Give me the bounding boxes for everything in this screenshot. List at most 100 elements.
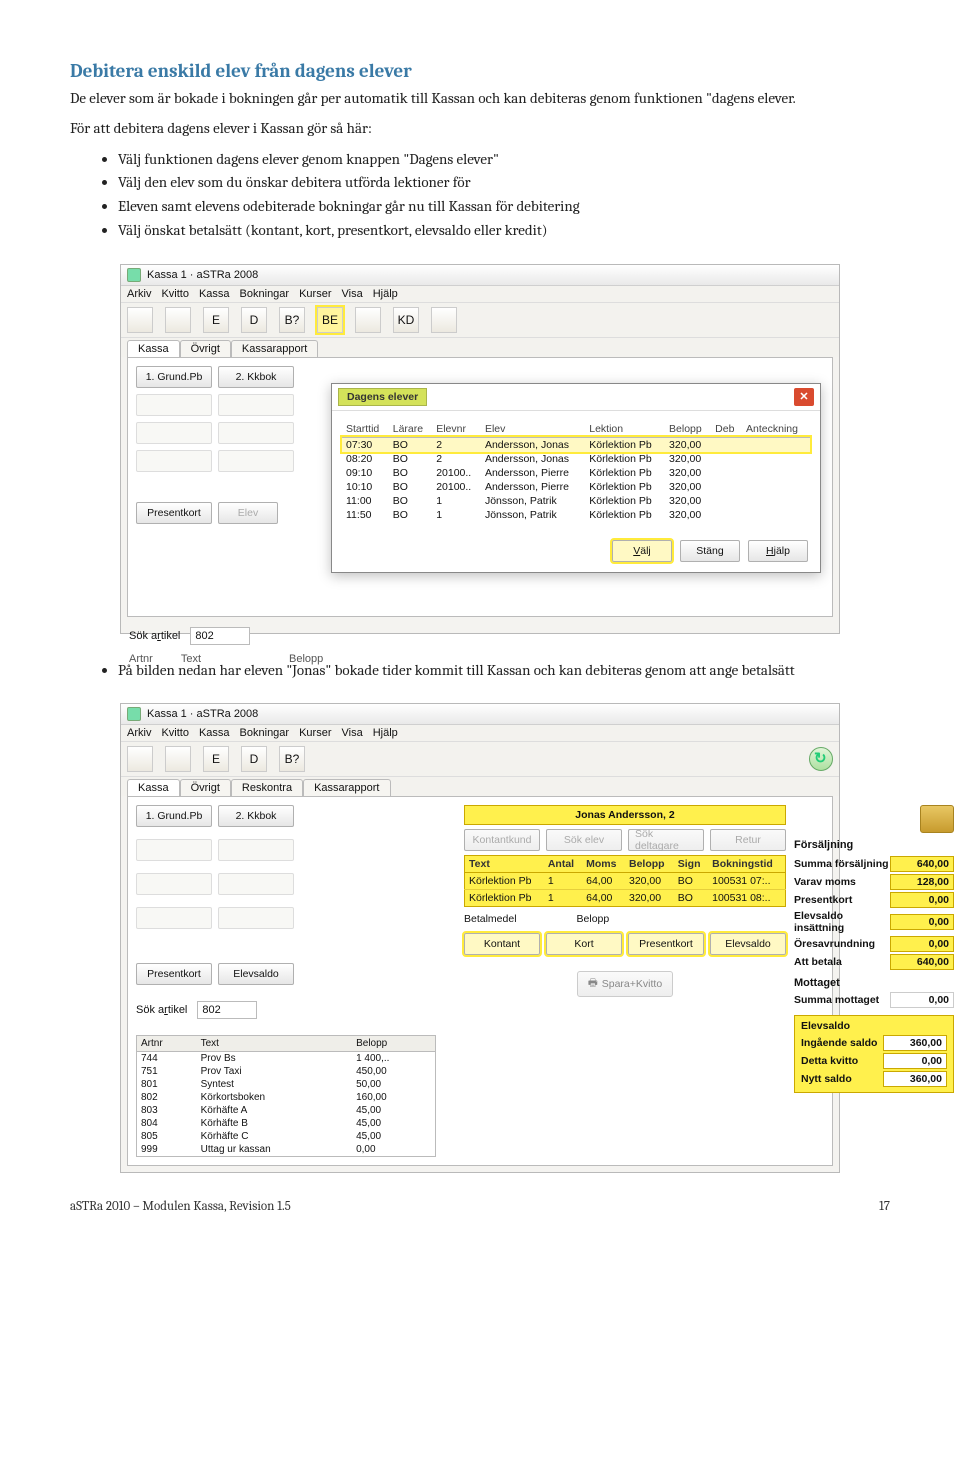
close-icon[interactable]: ✕ <box>794 388 814 406</box>
table-row[interactable]: 07:30BO2Andersson, JonasKörlektion Pb320… <box>342 437 810 452</box>
sok-artikel-label: Sök artikel <box>136 1004 187 1016</box>
tab[interactable]: Övrigt <box>180 340 231 357</box>
presentkort-button[interactable]: Presentkort <box>136 502 212 524</box>
column-header: Artnr <box>137 1036 197 1052</box>
menu-item[interactable]: Arkiv <box>127 288 151 300</box>
page-footer: aSTRa 2010 – Modulen Kassa, Revision 1.5… <box>70 1199 890 1214</box>
quick-button[interactable]: 1. Grund.Pb <box>136 805 212 827</box>
menu-item[interactable]: Kurser <box>299 727 331 739</box>
table-row[interactable]: 09:10BO20100..Andersson, PierreKörlektio… <box>342 466 810 480</box>
payment-buttons: Kontant Kort Presentkort Elevsaldo <box>464 933 786 955</box>
quick-button[interactable]: 2. Kkbok <box>218 366 294 388</box>
intro-paragraph: De elever som är bokade i bokningen går … <box>70 88 890 108</box>
receipt-line[interactable]: Körlektion Pb164,00320,00BO100531 08:.. <box>465 890 786 907</box>
screenshot-dagens-elever: Kassa 1 · aSTRa 2008 ArkivKvittoKassaBok… <box>120 264 840 634</box>
menu-item[interactable]: Hjälp <box>373 288 398 300</box>
article-row[interactable]: 805Körhäfte C45,00 <box>137 1130 436 1143</box>
menu-bar[interactable]: Arkiv Kvitto Kassa Bokningar Kurser Visa Hjälp <box>121 725 839 742</box>
toolbar-icon[interactable]: D <box>241 307 267 333</box>
bullet-item: Välj den elev som du önskar debitera utf… <box>118 172 890 194</box>
menu-item[interactable]: Bokningar <box>240 727 290 739</box>
tab[interactable]: Reskontra <box>231 779 303 796</box>
summary-row: Presentkort0,00 <box>794 891 954 909</box>
hjalp-button[interactable]: Hjälp <box>748 540 808 562</box>
sok-artikel-input[interactable]: 802 <box>197 1001 257 1019</box>
elev-button[interactable]: Elev <box>218 502 278 524</box>
stang-button[interactable]: Stäng <box>680 540 740 562</box>
menu-item[interactable]: Kvitto <box>161 288 189 300</box>
menu-item[interactable]: Kurser <box>299 288 331 300</box>
tab-strip[interactable]: KassaÖvrigtKassarapport <box>121 338 839 357</box>
valj-button[interactable]: Välj <box>612 540 672 562</box>
empty-slot <box>136 422 212 444</box>
article-row[interactable]: 804Körhäfte B45,00 <box>137 1117 436 1130</box>
toolbar: ED B? BE KD <box>121 303 839 338</box>
payment-button[interactable]: Elevsaldo <box>710 933 786 955</box>
toolbar-icon[interactable] <box>127 307 153 333</box>
left-column: 1. Grund.Pb 2. Kkbok Presentkort Elevsald… <box>136 805 456 1157</box>
article-row[interactable]: 999Uttag ur kassan0,00 <box>137 1143 436 1157</box>
menu-item[interactable]: Visa <box>342 727 363 739</box>
popup-title: Dagens elever <box>338 388 427 406</box>
toolbar-icon[interactable] <box>127 746 153 772</box>
tab[interactable]: Kassarapport <box>231 340 318 357</box>
tab-strip[interactable]: KassaÖvrigtReskontraKassarapport <box>121 777 839 796</box>
table-row[interactable]: 11:00BO1Jönsson, PatrikKörlektion Pb320,… <box>342 494 810 508</box>
toolbar-icon[interactable]: KD <box>393 307 419 333</box>
popup-grid[interactable]: StarttidLärareElevnrElevLektionBeloppDeb… <box>342 421 810 522</box>
column-heads: Artnr Text Belopp <box>121 649 839 669</box>
menu-item[interactable]: Hjälp <box>373 727 398 739</box>
table-row[interactable]: 08:20BO2Andersson, JonasKörlektion Pb320… <box>342 452 810 466</box>
section-title: Debitera enskild elev från dagens elever <box>70 60 890 82</box>
spara-kvitto-button[interactable]: 🖶 Spara+Kvitto <box>577 971 673 997</box>
tab[interactable]: Kassa <box>127 340 180 357</box>
presentkort-button[interactable]: Presentkort <box>136 963 212 985</box>
menu-item[interactable]: Arkiv <box>127 727 151 739</box>
table-row[interactable]: 10:10BO20100..Andersson, PierreKörlektio… <box>342 480 810 494</box>
tab[interactable]: Kassa <box>127 779 180 796</box>
elevsaldo-button[interactable]: Elevsaldo <box>218 963 294 985</box>
toolbar-icon[interactable] <box>165 746 191 772</box>
receipt-line[interactable]: Körlektion Pb164,00320,00BO100531 07:.. <box>465 873 786 890</box>
toolbar-icon[interactable]: E <box>203 746 229 772</box>
app-icon <box>127 268 141 282</box>
menu-bar[interactable]: Arkiv Kvitto Kassa Bokningar Kurser Visa Hjälp <box>121 286 839 303</box>
menu-item[interactable]: Kassa <box>199 727 230 739</box>
toolbar-icon[interactable]: BE <box>317 307 343 333</box>
article-row[interactable]: 744Prov Bs1 400,.. <box>137 1052 436 1066</box>
toolbar-icon[interactable]: B? <box>279 307 305 333</box>
menu-item[interactable]: Visa <box>342 288 363 300</box>
column-header: Lektion <box>585 421 665 438</box>
menu-item[interactable]: Bokningar <box>240 288 290 300</box>
toolbar-icon[interactable] <box>165 307 191 333</box>
toolbar-icon[interactable] <box>355 307 381 333</box>
app-icon <box>127 707 141 721</box>
toolbar: E D B? <box>121 742 839 777</box>
article-row[interactable]: 802Körkortsboken160,00 <box>137 1091 436 1104</box>
empty-slot <box>218 450 294 472</box>
toolbar-icon[interactable] <box>431 307 457 333</box>
menu-item[interactable]: Kvitto <box>161 727 189 739</box>
toolbar-icon[interactable]: B? <box>279 746 305 772</box>
footer-revision: aSTRa 2010 – Modulen Kassa, Revision 1.5 <box>70 1199 291 1214</box>
payment-button[interactable]: Kontant <box>464 933 540 955</box>
payment-button[interactable]: Presentkort <box>628 933 704 955</box>
tab[interactable]: Övrigt <box>180 779 231 796</box>
toolbar-icon[interactable]: E <box>203 307 229 333</box>
article-row[interactable]: 801Syntest50,00 <box>137 1078 436 1091</box>
table-row[interactable]: 11:50BO1Jönsson, PatrikKörlektion Pb320,… <box>342 508 810 522</box>
payment-button[interactable]: Kort <box>546 933 622 955</box>
toolbar-icon[interactable]: D <box>241 746 267 772</box>
sok-artikel-input[interactable]: 802 <box>190 627 250 645</box>
receipt-lines-table[interactable]: TextAntalMomsBeloppSignBokningstid Körle… <box>464 855 786 907</box>
article-row[interactable]: 803Körhäfte A45,00 <box>137 1104 436 1117</box>
bullet-item: Välj funktionen dagens elever genom knap… <box>118 149 890 171</box>
quick-button[interactable]: 2. Kkbok <box>218 805 294 827</box>
quick-button[interactable]: 1. Grund.Pb <box>136 366 212 388</box>
refresh-icon[interactable] <box>809 747 833 771</box>
article-row[interactable]: 751Prov Taxi450,00 <box>137 1065 436 1078</box>
tab[interactable]: Kassarapport <box>303 779 390 796</box>
article-table[interactable]: ArtnrTextBelopp 744Prov Bs1 400,..751Pro… <box>136 1035 436 1157</box>
empty-slot <box>136 450 212 472</box>
menu-item[interactable]: Kassa <box>199 288 230 300</box>
